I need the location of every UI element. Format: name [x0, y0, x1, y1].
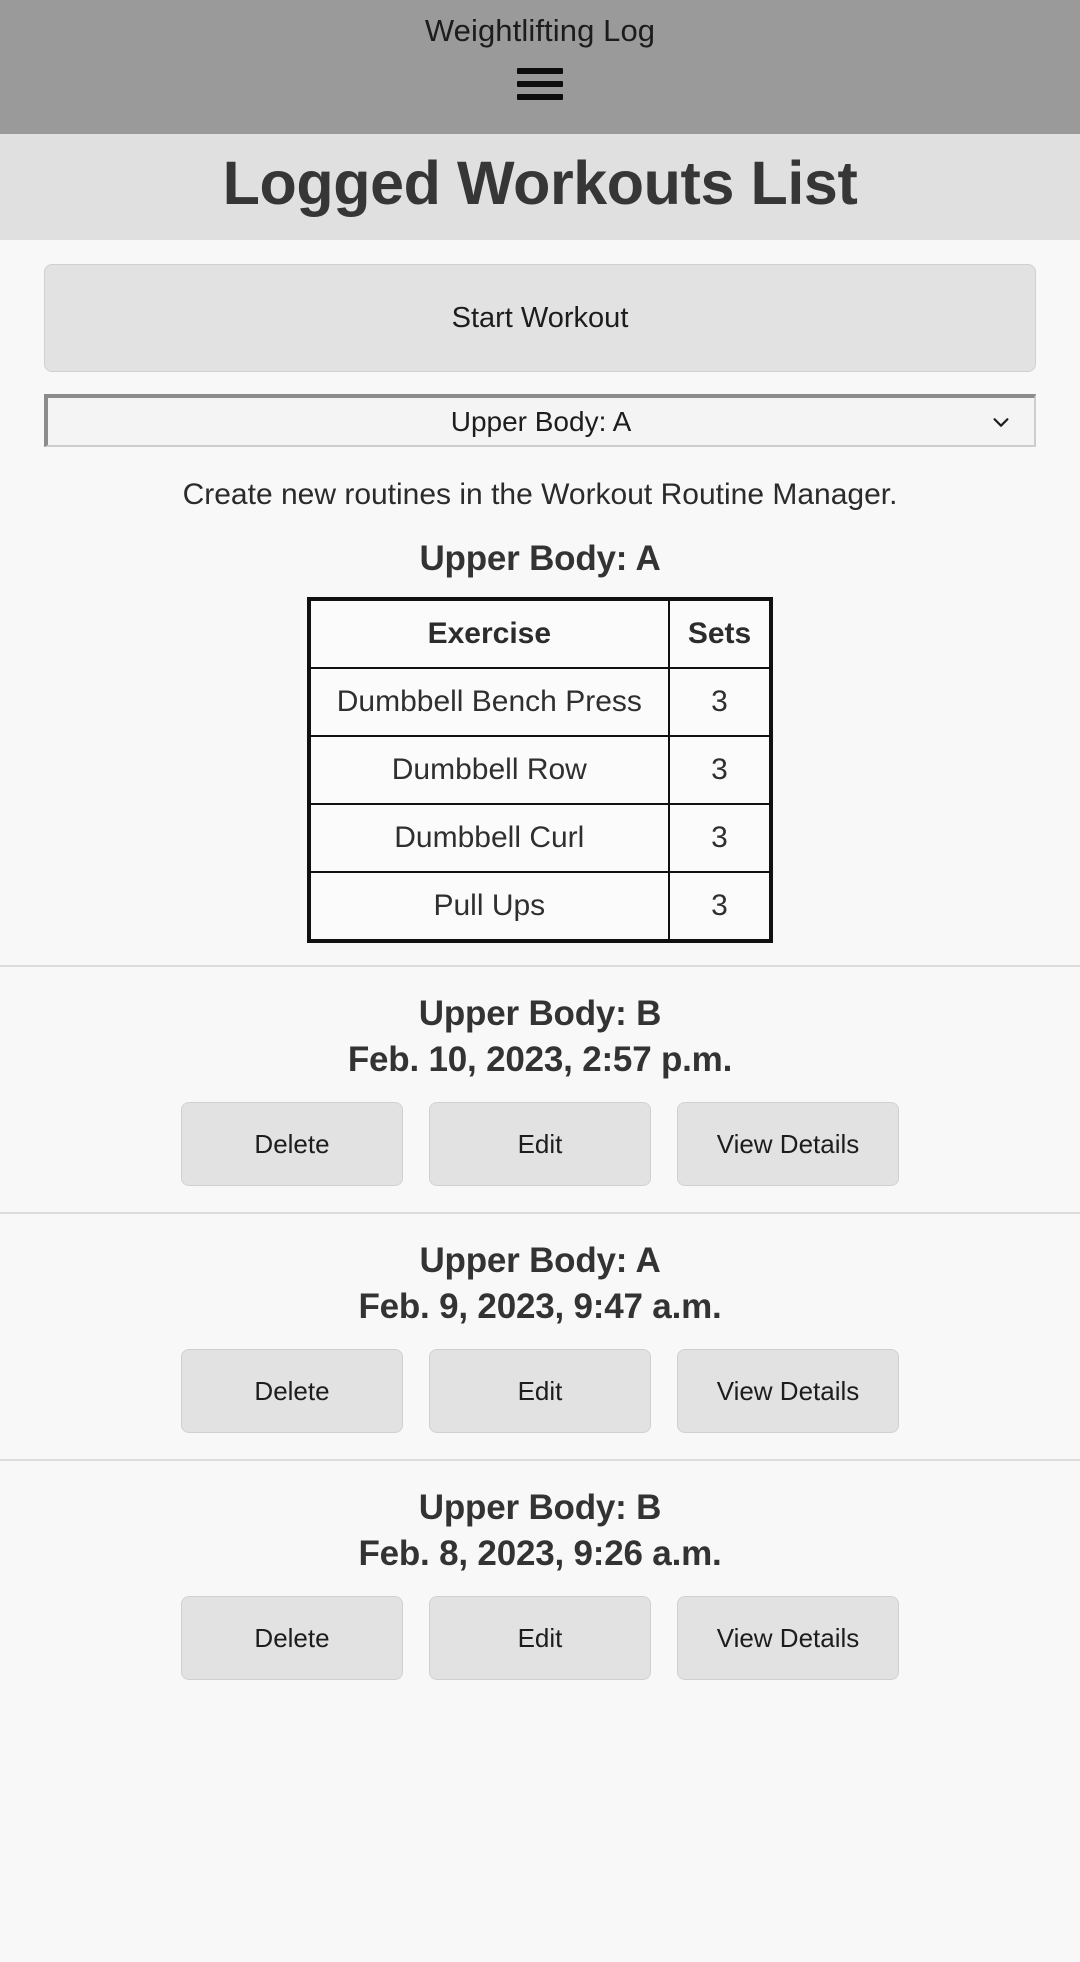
cell-sets-count: 3	[667, 735, 773, 806]
log-timestamp: Feb. 8, 2023, 9:26 a.m.	[358, 1533, 722, 1573]
hamburger-menu-icon[interactable]	[517, 64, 563, 104]
menu-button[interactable]	[0, 64, 1080, 104]
view-details-button[interactable]: View Details	[677, 1349, 899, 1434]
page-heading-band: Logged Workouts List	[0, 134, 1080, 241]
cell-exercise-name: Pull Ups	[307, 871, 670, 943]
routine-preview-title: Upper Body: A	[419, 539, 661, 579]
log-timestamp: Feb. 10, 2023, 2:57 p.m.	[347, 1039, 733, 1079]
list-item: Upper Body: B Feb. 8, 2023, 9:26 a.m. De…	[0, 1459, 1080, 1707]
logged-workouts-list: Upper Body: B Feb. 10, 2023, 2:57 p.m. D…	[0, 965, 1080, 1707]
log-timestamp: Feb. 9, 2023, 9:47 a.m.	[358, 1286, 722, 1326]
chevron-down-icon	[990, 411, 1012, 433]
hamburger-bar	[517, 80, 563, 87]
helper-text: Create new routines in the Workout Routi…	[182, 478, 898, 512]
table-row: Dumbbell Curl 3	[307, 803, 773, 874]
edit-button[interactable]: Edit	[429, 1102, 651, 1187]
list-item: Upper Body: B Feb. 10, 2023, 2:57 p.m. D…	[0, 965, 1080, 1213]
hamburger-bar	[517, 93, 563, 100]
log-routine-name: Upper Body: B	[418, 994, 662, 1034]
log-actions: Delete Edit View Details	[0, 1596, 1080, 1681]
cell-sets-count: 3	[667, 667, 773, 738]
cell-exercise-name: Dumbbell Row	[307, 735, 670, 806]
table-row: Dumbbell Bench Press 3	[307, 667, 773, 738]
cell-exercise-name: Dumbbell Bench Press	[307, 667, 670, 738]
table-head: Exercise Sets	[307, 598, 773, 670]
page-title: Logged Workouts List	[222, 149, 858, 217]
cell-sets-count: 3	[667, 803, 773, 874]
cell-exercise-name: Dumbbell Curl	[307, 803, 670, 874]
log-actions: Delete Edit View Details	[0, 1102, 1080, 1187]
cell-sets-count: 3	[667, 871, 773, 943]
routine-exercise-table: Exercise Sets Dumbbell Bench Press 3 Dum…	[306, 597, 774, 944]
log-routine-name: Upper Body: B	[418, 1488, 662, 1528]
routine-select-value: Upper Body: A	[450, 405, 632, 437]
table-body: Dumbbell Bench Press 3 Dumbbell Row 3 Du…	[307, 667, 773, 943]
table-row: Dumbbell Row 3	[307, 735, 773, 806]
edit-button[interactable]: Edit	[429, 1349, 651, 1434]
table-header-row: Exercise Sets	[307, 598, 773, 670]
view-details-button[interactable]: View Details	[677, 1102, 899, 1187]
main-content: Start Workout Upper Body: A Create new r…	[0, 240, 1080, 1707]
hamburger-bar	[517, 67, 563, 74]
app-bar: Weightlifting Log	[0, 0, 1080, 134]
column-header-sets: Sets	[667, 598, 773, 670]
column-header-exercise: Exercise	[307, 598, 670, 670]
log-actions: Delete Edit View Details	[0, 1349, 1080, 1434]
delete-button[interactable]: Delete	[181, 1349, 403, 1434]
delete-button[interactable]: Delete	[181, 1596, 403, 1681]
delete-button[interactable]: Delete	[181, 1102, 403, 1187]
routine-table-container: Exercise Sets Dumbbell Bench Press 3 Dum…	[0, 579, 1080, 965]
app-title: Weightlifting Log	[424, 13, 656, 48]
start-workout-button[interactable]: Start Workout	[44, 264, 1036, 373]
log-routine-name: Upper Body: A	[419, 1241, 661, 1281]
edit-button[interactable]: Edit	[429, 1596, 651, 1681]
view-details-button[interactable]: View Details	[677, 1596, 899, 1681]
routine-select-container: Upper Body: A	[0, 372, 1080, 448]
start-workout-container: Start Workout	[0, 240, 1080, 373]
table-row: Pull Ups 3	[307, 871, 773, 943]
list-item: Upper Body: A Feb. 9, 2023, 9:47 a.m. De…	[0, 1212, 1080, 1460]
routine-select[interactable]: Upper Body: A	[44, 394, 1036, 448]
